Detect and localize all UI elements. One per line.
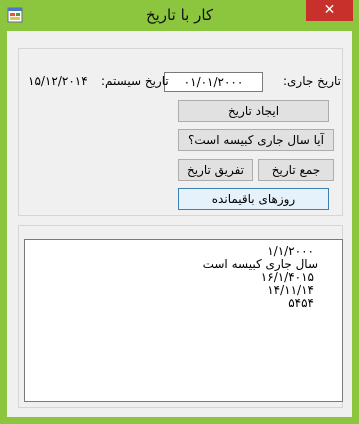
create-date-button[interactable]: ایجاد تاریخ — [178, 100, 329, 122]
title-bar[interactable]: کار با تاریخ ✕ — [0, 0, 359, 31]
subtract-date-button[interactable]: تفریق تاریخ — [178, 159, 253, 181]
close-button[interactable]: ✕ — [306, 0, 353, 21]
system-date-value: ۱۵/۱۲/۲۰۱۴ — [28, 74, 88, 88]
system-date-label: تاریخ سیستم: — [101, 74, 169, 88]
output-textbox[interactable]: ۱/۱/۲۰۰۰ سال جاری کبیسه است ۱۶/۱/۴۰۱۵ ۱۴… — [24, 239, 343, 402]
output-line: ۵۴۵۴ — [288, 296, 314, 310]
remaining-days-button[interactable]: روزهای باقیمانده — [178, 188, 329, 210]
app-window: کار با تاریخ ✕ تاریخ جاری: ۰۱/۰۱/۲۰۰۰ تا… — [0, 0, 359, 424]
close-icon: ✕ — [323, 2, 336, 18]
add-date-button[interactable]: جمع تاریخ — [258, 159, 334, 181]
current-date-input[interactable]: ۰۱/۰۱/۲۰۰۰ — [164, 72, 263, 92]
is-leap-year-button[interactable]: آیا سال جاری کبیسه است؟ — [178, 129, 334, 151]
current-date-label: تاریخ جاری: — [283, 74, 341, 88]
